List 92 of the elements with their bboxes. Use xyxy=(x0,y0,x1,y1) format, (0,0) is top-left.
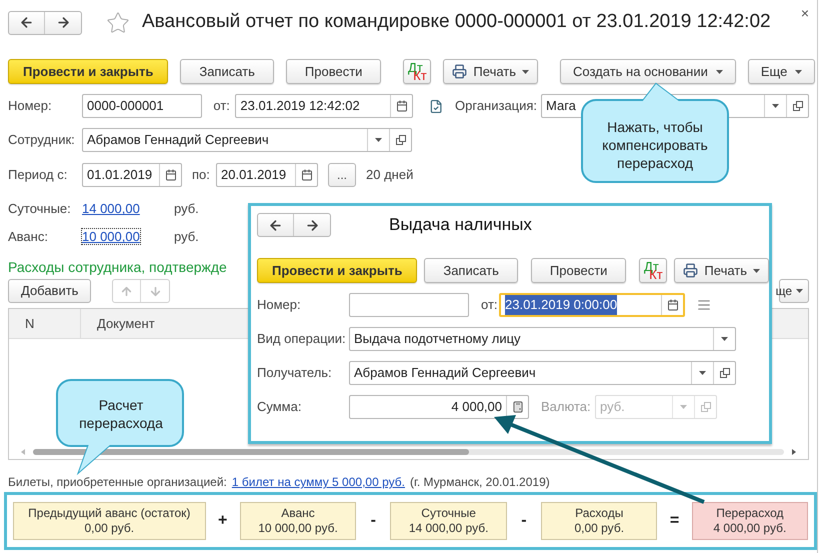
menu-button[interactable]: Еще xyxy=(748,59,816,84)
operator-sign: - xyxy=(520,511,528,531)
post-and-close-button[interactable]: Провести и закрыть xyxy=(257,258,418,283)
print-button[interactable]: Печать xyxy=(674,258,770,283)
document-check-icon[interactable] xyxy=(429,98,444,114)
add-button[interactable]: Добавить xyxy=(8,279,92,303)
scroll-right-icon[interactable] xyxy=(792,449,796,455)
down-arrow-icon xyxy=(148,284,162,298)
operator-sign: - xyxy=(370,511,377,531)
result-box: Перерасход 4 000,00 руб. xyxy=(692,502,808,540)
operation-type-field[interactable]: Выдача подотчетному лицу xyxy=(349,327,736,351)
caret-icon xyxy=(795,70,802,74)
amount-link[interactable]: 10 000,00 xyxy=(82,227,174,247)
printer-icon xyxy=(452,64,468,79)
up-arrow-icon xyxy=(120,284,134,298)
caret-icon xyxy=(772,104,780,108)
field-label: Сотрудник: xyxy=(8,131,76,150)
field-label: Вид операции: xyxy=(257,330,347,348)
forward-arrow-icon xyxy=(56,15,70,30)
open-window-icon xyxy=(700,402,710,412)
print-button[interactable]: Печать xyxy=(443,59,538,84)
open-window-icon xyxy=(720,368,730,378)
formula-term-box: Предыдущий аванс (остаток) 0,00 руб. xyxy=(13,502,206,540)
field-label: по: xyxy=(192,166,211,184)
dialog-title: Выдача наличных xyxy=(389,214,532,236)
field-label: Валюта: xyxy=(541,398,592,416)
formula-term-box: Суточные 14 000,00 руб. xyxy=(390,502,507,540)
toolbar-button[interactable]: Записать xyxy=(180,59,274,84)
caret-icon xyxy=(721,337,728,341)
calculator-icon xyxy=(512,401,524,413)
open-window-icon xyxy=(792,101,803,111)
caret-icon xyxy=(753,268,760,272)
period-select-button[interactable]: ... xyxy=(328,163,356,187)
field-label: Номер: xyxy=(257,296,302,314)
operator-sign: + xyxy=(217,511,228,531)
dt-kt-button[interactable]: Дт Кт xyxy=(639,258,668,283)
forward-arrow-icon xyxy=(304,218,320,232)
recipient-field[interactable]: Абрамов Геннадий Сергеевич xyxy=(349,361,736,385)
list-icon[interactable] xyxy=(697,298,711,312)
field-label: от: xyxy=(213,97,231,116)
column-header[interactable]: N xyxy=(9,309,81,338)
formula-term-box: Аванс 10 000,00 руб. xyxy=(240,502,356,540)
calendar-icon xyxy=(164,169,176,181)
days-count: 20 дней xyxy=(366,166,414,184)
caret-icon xyxy=(680,405,687,409)
date-field[interactable]: 23.01.2019 0:00:00 xyxy=(499,293,685,317)
caret-icon xyxy=(796,289,803,293)
formula-term-box: Расходы 0,00 руб. xyxy=(541,502,658,540)
toolbar-button[interactable]: Провести xyxy=(286,59,382,84)
printer-icon xyxy=(683,263,698,278)
employee-field[interactable]: Абрамов Геннадий Сергеевич xyxy=(82,128,412,152)
post-and-close-button[interactable]: Провести и закрыть xyxy=(8,59,168,84)
callout: Расчет перерасхода xyxy=(55,378,187,474)
toolbar-button[interactable]: Провести xyxy=(530,258,626,283)
period-end-field[interactable]: 20.01.2019 xyxy=(216,163,318,187)
caret-icon xyxy=(375,138,382,142)
currency-label: руб. xyxy=(174,200,199,218)
menu-button[interactable]: Создать на основании xyxy=(560,59,736,84)
calendar-icon xyxy=(666,299,678,311)
dt-kt-button[interactable]: Дт Кт xyxy=(403,59,432,84)
callout: Нажать, чтобы компенсировать перерасход xyxy=(580,82,730,186)
section-title: Расходы сотрудника, подтвержде xyxy=(8,258,227,277)
caret-icon xyxy=(699,371,706,375)
period-start-field[interactable]: 01.01.2019 xyxy=(82,163,182,187)
close-button[interactable]: × xyxy=(800,3,809,24)
field-label: Период с: xyxy=(8,166,68,184)
caret-icon xyxy=(522,70,530,74)
more-button[interactable]: ще xyxy=(779,279,809,303)
amount-field[interactable]: 4 000,00 xyxy=(349,395,529,419)
favorite-star-icon[interactable] xyxy=(106,10,130,34)
tickets-link[interactable]: 1 билет на сумму 5 000,00 руб. xyxy=(232,473,405,491)
field-label: Получатель: xyxy=(257,364,333,382)
toolbar-button[interactable]: Записать xyxy=(424,258,518,283)
field-label: от: xyxy=(481,296,499,314)
field-label: Организация: xyxy=(455,97,538,116)
operator-sign: = xyxy=(668,511,680,531)
field-label: Аванс: xyxy=(8,228,49,246)
tickets-label: Билеты, приобретенные организацией: xyxy=(8,474,227,491)
calendar-icon xyxy=(300,169,312,181)
field-label: Суточные: xyxy=(8,200,72,218)
date-field[interactable]: 23.01.2019 12:42:02 xyxy=(235,94,414,118)
tickets-note: (г. Мурманск, 20.01.2019) xyxy=(410,474,550,491)
calendar-icon xyxy=(396,100,408,112)
number-field[interactable] xyxy=(349,293,469,317)
field-label: Сумма: xyxy=(257,398,302,416)
caret-icon xyxy=(716,70,723,74)
currency-label: руб. xyxy=(174,228,199,246)
field-label: Номер: xyxy=(8,97,53,116)
number-field[interactable]: 0000-000001 xyxy=(82,94,202,118)
open-window-icon xyxy=(396,135,406,145)
amount-link[interactable]: 14 000,00 xyxy=(82,199,174,219)
window-title: Авансовый отчет по командировке 0000-000001 от 23.01.2019 12:42:02 xyxy=(142,10,771,34)
